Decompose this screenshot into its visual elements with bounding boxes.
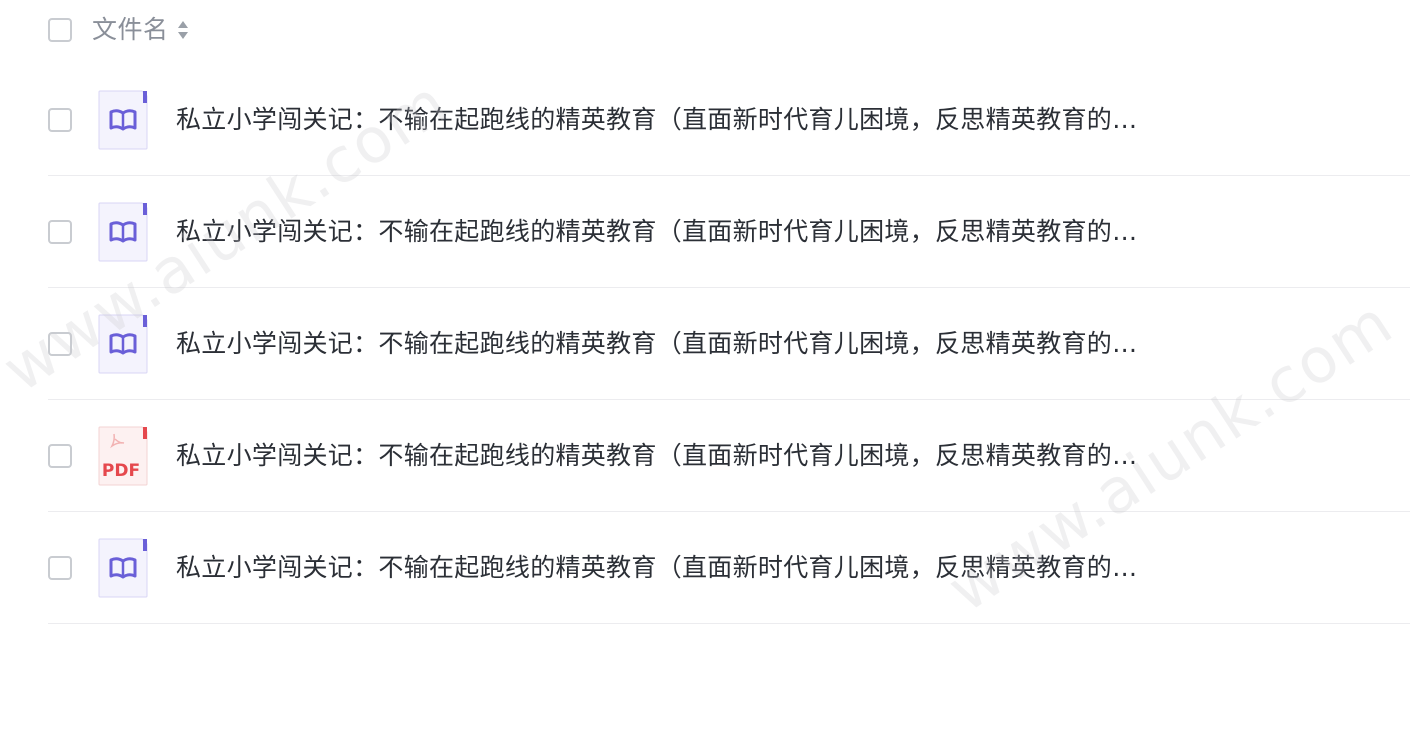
file-row[interactable]: 私立小学闯关记：不输在起跑线的精英教育（直面新时代育儿困境，反思精英教育的… — [48, 64, 1410, 176]
file-name[interactable]: 私立小学闯关记：不输在起跑线的精英教育（直面新时代育儿困境，反思精英教育的… — [176, 328, 1137, 360]
file-list-page: 文件名 私立小学闯关记：不输在起跑线的精英教育（直面新时代育儿困境，反思精英教育… — [0, 0, 1410, 738]
book-icon — [98, 538, 148, 598]
file-name[interactable]: 私立小学闯关记：不输在起跑线的精英教育（直面新时代育儿困境，反思精英教育的… — [176, 104, 1137, 136]
sort-icon[interactable] — [177, 19, 189, 41]
file-row[interactable]: 私立小学闯关记：不输在起跑线的精英教育（直面新时代育儿困境，反思精英教育的… — [48, 512, 1410, 624]
book-icon — [98, 202, 148, 262]
pdf-icon-label: PDF — [102, 461, 140, 481]
row-checkbox[interactable] — [48, 219, 72, 244]
select-all-checkbox[interactable] — [48, 18, 72, 42]
book-icon — [98, 90, 148, 150]
column-header-filename[interactable]: 文件名 — [92, 14, 169, 46]
row-checkbox[interactable] — [48, 443, 72, 468]
row-checkbox[interactable] — [48, 107, 72, 132]
list-header: 文件名 — [48, 14, 189, 46]
file-name[interactable]: 私立小学闯关记：不输在起跑线的精英教育（直面新时代育儿困境，反思精英教育的… — [176, 440, 1137, 472]
row-checkbox[interactable] — [48, 555, 72, 580]
pdf-icon: PDF — [98, 426, 148, 486]
file-row[interactable]: PDF 私立小学闯关记：不输在起跑线的精英教育（直面新时代育儿困境，反思精英教育… — [48, 400, 1410, 512]
book-icon — [98, 314, 148, 374]
file-row[interactable]: 私立小学闯关记：不输在起跑线的精英教育（直面新时代育儿困境，反思精英教育的… — [48, 176, 1410, 288]
file-row[interactable]: 私立小学闯关记：不输在起跑线的精英教育（直面新时代育儿困境，反思精英教育的… — [48, 288, 1410, 400]
row-checkbox[interactable] — [48, 331, 72, 356]
file-name[interactable]: 私立小学闯关记：不输在起跑线的精英教育（直面新时代育儿困境，反思精英教育的… — [176, 216, 1137, 248]
file-list: 私立小学闯关记：不输在起跑线的精英教育（直面新时代育儿困境，反思精英教育的… 私… — [48, 64, 1410, 624]
file-name[interactable]: 私立小学闯关记：不输在起跑线的精英教育（直面新时代育儿困境，反思精英教育的… — [176, 552, 1137, 584]
